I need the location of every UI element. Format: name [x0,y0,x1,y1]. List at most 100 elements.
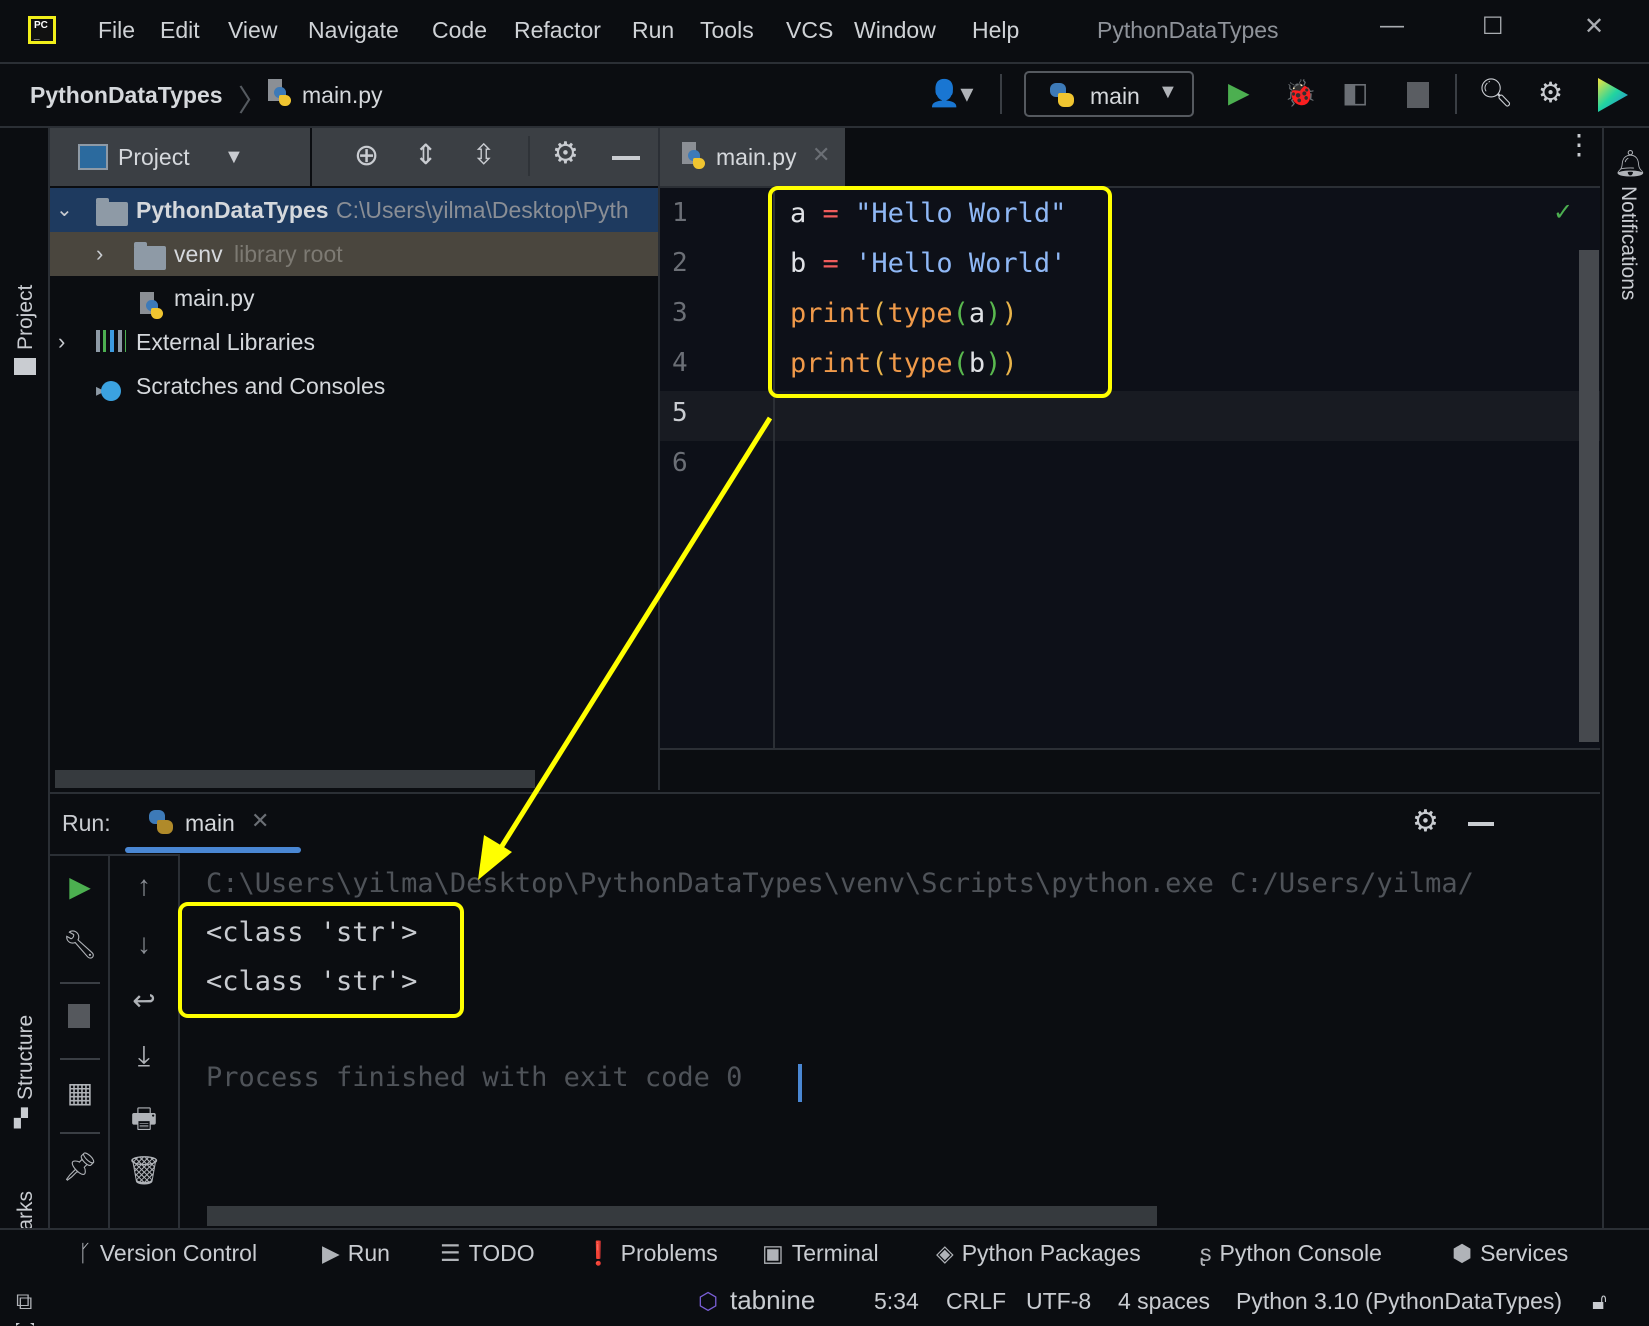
tree-item-venv[interactable]: › venv library root [50,232,658,276]
menu-window[interactable]: Window [854,17,936,44]
editor-tab-main-py[interactable]: main.py ✕ [660,128,845,186]
hide-panel-icon[interactable] [612,156,640,160]
project-panel: Project ▼ ⊕ ⇕ ⇳ ⚙ ⌄ PythonDataTypes C:\U… [50,128,660,790]
console-horizontal-scrollbar[interactable] [207,1206,1157,1226]
stop-icon[interactable] [68,1004,90,1028]
trash-icon[interactable]: 🗑︎ [124,1154,164,1187]
tree-item-project-root[interactable]: ⌄ PythonDataTypes C:\Users\yilma\Desktop… [50,188,658,232]
settings-icon[interactable]: ⚙ [552,136,579,171]
run-tab-main[interactable]: main ✕ [125,794,301,852]
close-window-button[interactable]: ✕ [1584,12,1604,41]
tool-version-control[interactable]: ᚴ Version Control [78,1240,257,1267]
menu-edit[interactable]: Edit [160,17,200,44]
inspection-ok-icon[interactable]: ✓ [1553,198,1573,227]
menu-refactor[interactable]: Refactor [514,17,601,44]
hide-panel-icon[interactable] [1468,822,1494,826]
chevron-right-icon[interactable]: › [58,320,65,364]
chevron-right-icon[interactable]: › [96,232,103,276]
search-icon[interactable]: 🔍︎ [1478,78,1514,108]
expand-all-icon[interactable]: ⇕ [414,138,437,171]
locate-file-icon[interactable]: ⊕ [354,138,379,173]
menu-vcs[interactable]: VCS [786,17,833,44]
tool-todo[interactable]: ☰ TODO [440,1240,535,1267]
user-icon[interactable]: 👤▾ [928,78,973,108]
maximize-button[interactable]: ☐ [1482,12,1504,41]
arrow-down-icon[interactable]: ↓ [124,928,164,960]
project-horizontal-scrollbar[interactable] [55,770,535,788]
close-tab-icon[interactable]: ✕ [812,142,830,168]
tool-python-console[interactable]: ʂ Python Console [1200,1240,1382,1267]
print-icon[interactable]: 🖶 [124,1098,164,1146]
soft-wrap-icon[interactable]: ↩ [124,984,164,1017]
right-tool-stripe: 🔔︎ Notifications [1602,128,1649,1228]
collapse-all-icon[interactable]: ⇳ [472,138,495,171]
scratches-icon: ▸ [96,368,122,412]
tree-item-main-py[interactable]: main.py [50,276,658,320]
menu-code[interactable]: Code [432,17,487,44]
breadcrumb-project[interactable]: PythonDataTypes [30,82,223,109]
notifications-tool-button[interactable]: Notifications [1616,186,1640,300]
minimize-button[interactable]: — [1380,12,1404,40]
settings-icon[interactable]: ⚙ [1412,804,1439,839]
python-file-icon [682,142,706,170]
lock-icon[interactable]: 🔓︎ [1592,1288,1607,1315]
tree-item-external-libraries[interactable]: › External Libraries [50,320,658,364]
arrow-up-icon[interactable]: ↑ [124,870,164,902]
tree-item-scratches[interactable]: ▸ Scratches and Consoles [50,364,658,408]
tool-label: Services [1480,1240,1569,1266]
settings-icon[interactable]: ⚙ [1538,78,1563,108]
project-tool-button[interactable]: Project [14,285,38,350]
stop-icon[interactable] [1407,82,1429,108]
pin-icon[interactable]: 📌︎ [60,1150,100,1183]
structure-icon: ▞ [14,1108,28,1128]
toolbar-divider [1000,74,1002,114]
menu-file[interactable]: File [98,17,135,44]
run-configuration-select[interactable]: main ▼ [1024,71,1194,117]
caret-position[interactable]: 5:34 [874,1288,919,1315]
tool-run[interactable]: ▶ Run [322,1240,390,1267]
tool-terminal[interactable]: ▣ Terminal [762,1240,879,1267]
libraries-icon [96,330,126,352]
python-icon: ʂ [1200,1240,1212,1266]
menu-navigate[interactable]: Navigate [308,17,399,44]
chevron-down-icon[interactable]: ⌄ [56,188,73,232]
coverage-icon[interactable]: ◧ [1342,78,1368,108]
toggle-tool-windows-icon[interactable]: ⧉ [16,1288,32,1315]
file-encoding[interactable]: UTF-8 [1026,1288,1091,1315]
tabnine-icon[interactable]: ⬡ [698,1288,718,1315]
structure-tool-button[interactable]: Structure [14,1015,38,1100]
editor-tab-bar: main.py ✕ ⋮ [660,128,1600,188]
run-tab-label: main [185,810,235,836]
debug-icon[interactable]: 🐞 [1284,78,1316,108]
list-icon: ☰ [440,1240,461,1266]
menu-tools[interactable]: Tools [700,17,754,44]
close-tab-icon[interactable]: ✕ [251,808,269,834]
run-configuration-label: main [1090,83,1140,109]
bell-icon[interactable]: 🔔︎ [1614,148,1647,179]
tabnine-status[interactable]: tabnine [730,1285,815,1316]
active-tab-indicator [125,847,301,853]
console-command-line: C:\Users\yilma\Desktop\PythonDataTypes\v… [206,868,1474,899]
rerun-icon[interactable]: ▶ [60,870,100,903]
chevron-down-icon[interactable]: ▼ [224,146,244,169]
indentation[interactable]: 4 spaces [1118,1288,1210,1315]
layout-icon[interactable]: ▦ [60,1076,100,1109]
run-icon[interactable]: ▶ [1228,78,1250,108]
pycharm-logo-icon[interactable]: PC _ [28,16,56,44]
menu-view[interactable]: View [228,17,277,44]
menu-help[interactable]: Help [972,17,1019,44]
editor-vertical-scrollbar[interactable] [1579,250,1599,742]
jetbrains-gateway-icon[interactable] [1598,78,1628,112]
tool-services[interactable]: ⬢ Services [1452,1240,1568,1267]
line-ending[interactable]: CRLF [946,1288,1006,1315]
menu-run[interactable]: Run [632,17,674,44]
scroll-to-end-icon[interactable]: ⤓ [124,1040,164,1073]
tool-python-packages[interactable]: ◈ Python Packages [936,1240,1141,1267]
more-options-icon[interactable]: ⋮ [1565,131,1593,159]
breadcrumb-file[interactable]: main.py [302,82,383,109]
current-line-highlight [660,391,1600,441]
wrench-icon[interactable]: 🔧︎ [60,928,100,961]
python-interpreter[interactable]: Python 3.10 (PythonDataTypes) [1236,1288,1562,1315]
project-view-select[interactable]: Project [118,144,190,171]
tool-problems[interactable]: ❗ Problems [584,1240,718,1267]
